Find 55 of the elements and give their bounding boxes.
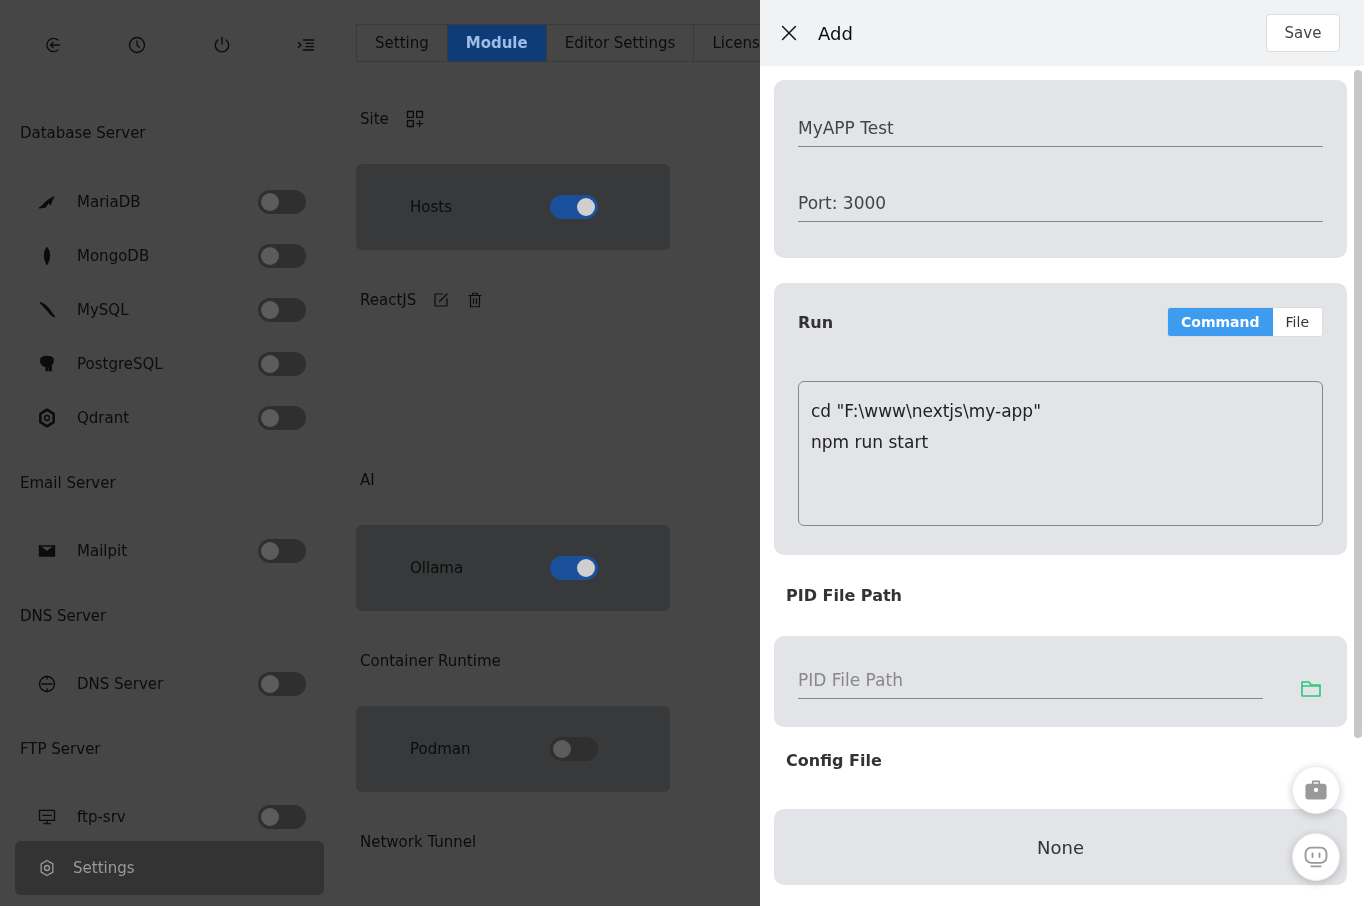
toggle-switch[interactable] xyxy=(550,737,598,761)
toggle-switch[interactable] xyxy=(258,406,306,430)
service-label: MySQL xyxy=(77,301,130,319)
service-label: MariaDB xyxy=(77,193,142,211)
logout-icon xyxy=(43,35,63,55)
scrollbar[interactable] xyxy=(1354,70,1362,738)
drawer-title: Add xyxy=(818,22,854,44)
toggle-switch[interactable] xyxy=(550,195,598,219)
config-file-select[interactable]: None xyxy=(774,809,1347,885)
toggle-switch[interactable] xyxy=(550,556,598,580)
section-heading: DNS Server xyxy=(20,607,107,625)
toggle-switch[interactable] xyxy=(258,352,306,376)
port-field[interactable]: Port: 3000 xyxy=(798,193,1323,222)
delete-button[interactable] xyxy=(466,291,485,309)
service-label: ftp-srv xyxy=(77,808,127,826)
briefcase-icon xyxy=(1303,777,1329,803)
site-label: ReactJS xyxy=(360,290,417,310)
section-heading: Email Server xyxy=(20,474,116,492)
toggle-switch[interactable] xyxy=(258,298,306,322)
service-label: PostgreSQL xyxy=(77,355,164,373)
tab[interactable]: Module xyxy=(447,25,547,61)
edit-button[interactable] xyxy=(432,291,451,309)
toggle-switch[interactable] xyxy=(258,672,306,696)
toggle-switch[interactable] xyxy=(258,244,306,268)
trash-icon xyxy=(466,291,485,309)
service-label: Qdrant xyxy=(77,409,131,427)
group-heading: AI xyxy=(360,470,375,490)
path-input[interactable]: PID File Path xyxy=(798,670,1263,699)
hexagon-icon xyxy=(37,408,57,428)
group-heading: Container Runtime xyxy=(360,651,501,671)
add-site-button[interactable] xyxy=(404,109,425,129)
clock-icon xyxy=(127,35,148,55)
mode-option[interactable]: File xyxy=(1272,308,1322,336)
settings-item[interactable]: Settings xyxy=(15,841,324,895)
field-label: Config File xyxy=(786,751,882,770)
field-label: PID File Path xyxy=(786,586,902,605)
name-field[interactable]: MyAPP Test xyxy=(798,118,1323,147)
pid-path-field[interactable]: PID File Path xyxy=(774,636,1347,727)
run-label: Run xyxy=(798,312,834,332)
section-heading: FTP Server xyxy=(20,740,101,758)
toggle-switch[interactable] xyxy=(258,805,306,829)
group-heading: Network Tunnel xyxy=(360,832,477,852)
service-label: MongoDB xyxy=(77,247,151,265)
grid-add-icon xyxy=(404,109,425,129)
group-heading: Site xyxy=(360,109,389,129)
service-label: DNS Server xyxy=(77,675,165,693)
monitor-icon xyxy=(37,807,57,827)
service-label: Mailpit xyxy=(77,542,129,560)
toggle-switch[interactable] xyxy=(258,539,306,563)
toolbox-button[interactable] xyxy=(1292,766,1340,814)
edit-icon xyxy=(432,291,451,309)
toggle-switch[interactable] xyxy=(258,190,306,214)
command-field[interactable]: cd "F:\www\nextjs\my-app" npm run start xyxy=(798,381,1323,526)
save-button[interactable]: Save xyxy=(1266,14,1340,52)
section-heading: Database Server xyxy=(20,124,146,142)
